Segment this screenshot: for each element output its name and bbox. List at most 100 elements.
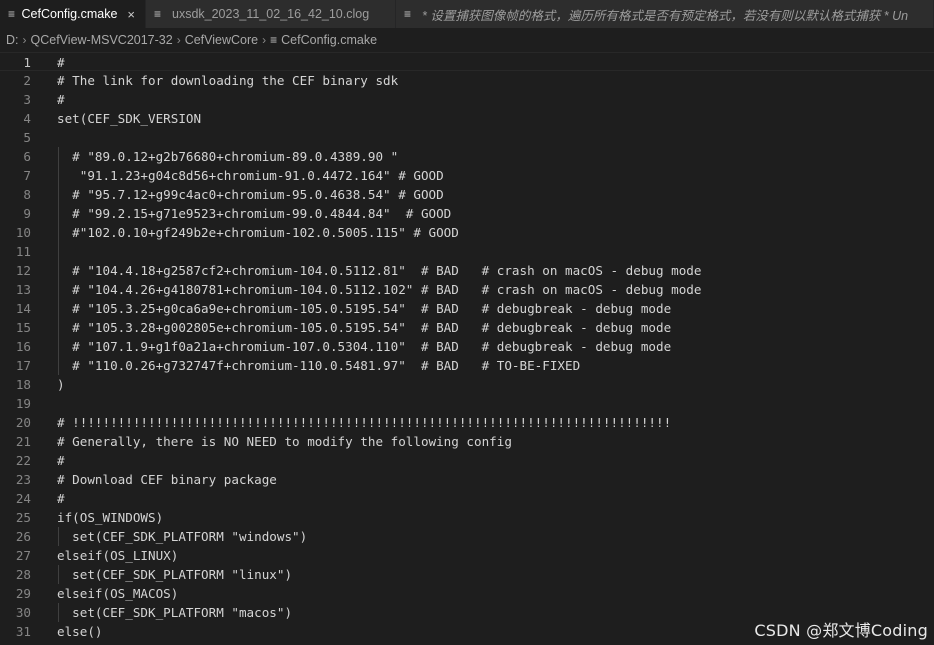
code-text: if(OS_WINDOWS) bbox=[57, 510, 164, 525]
breadcrumb-item[interactable]: CefConfig.cmake bbox=[281, 33, 377, 47]
code-text: "91.1.23+g04c8d56+chromium-91.0.4472.164… bbox=[57, 168, 444, 183]
code-line[interactable]: 23 # Download CEF binary package bbox=[0, 470, 934, 489]
line-number: 1 bbox=[23, 55, 31, 70]
breadcrumb-item[interactable]: QCefView-MSVC2017-32 bbox=[31, 33, 173, 47]
line-number: 4 bbox=[23, 111, 31, 126]
chevron-right-icon: › bbox=[176, 33, 181, 47]
tab-1[interactable]: ≡ CefConfig.cmake × bbox=[0, 0, 146, 28]
code-line[interactable]: 12 # "104.4.18+g2587cf2+chromium-104.0.5… bbox=[0, 261, 934, 280]
lines-file-icon: ≡ bbox=[404, 7, 412, 21]
line-number: 7 bbox=[23, 168, 31, 183]
code-line[interactable]: 11 bbox=[0, 242, 934, 261]
code-line[interactable]: 19 bbox=[0, 394, 934, 413]
code-editor[interactable]: 1 #2 # The link for downloading the CEF bi… bbox=[0, 52, 934, 645]
code-line[interactable]: 14 # "105.3.25+g0ca6a9e+chromium-105.0.5… bbox=[0, 299, 934, 318]
line-number: 21 bbox=[15, 434, 31, 449]
chevron-right-icon: › bbox=[262, 33, 267, 47]
tab-label: * 设置捕获图像帧的格式，遍历所有格式是否有预定格式，若没有则以默认格式捕获 *… bbox=[422, 8, 909, 23]
indent-guide bbox=[58, 147, 59, 375]
code-line[interactable]: 26 set(CEF_SDK_PLATFORM "windows") bbox=[0, 527, 934, 546]
line-number: 31 bbox=[15, 624, 31, 639]
code-line[interactable]: 17 # "110.0.26+g732747f+chromium-110.0.5… bbox=[0, 356, 934, 375]
line-number: 10 bbox=[15, 225, 31, 240]
code-text: # bbox=[57, 92, 65, 107]
code-text: set(CEF_SDK_VERSION bbox=[57, 111, 202, 126]
lines-file-icon: ≡ bbox=[270, 33, 278, 47]
line-number: 27 bbox=[15, 548, 31, 563]
code-line[interactable]: 22 # bbox=[0, 451, 934, 470]
code-text: set(CEF_SDK_PLATFORM "linux") bbox=[57, 567, 293, 582]
line-number: 16 bbox=[15, 339, 31, 354]
code-text: # bbox=[57, 453, 65, 468]
code-line[interactable]: 5 bbox=[0, 128, 934, 147]
code-line[interactable]: 2 # The link for downloading the CEF bina… bbox=[0, 71, 934, 90]
code-line[interactable]: 15 # "105.3.28+g002805e+chromium-105.0.5… bbox=[0, 318, 934, 337]
code-text: elseif(OS_MACOS) bbox=[57, 586, 179, 601]
breadcrumb-item[interactable]: D: bbox=[6, 33, 19, 47]
code-line[interactable]: 25 if(OS_WINDOWS) bbox=[0, 508, 934, 527]
indent-guide bbox=[58, 603, 59, 622]
tab-2[interactable]: ≡ uxsdk_2023_11_02_16_42_10.clog bbox=[146, 0, 396, 28]
line-number: 3 bbox=[23, 92, 31, 107]
code-line[interactable]: 9 # "99.2.15+g71e9523+chromium-99.0.4844… bbox=[0, 204, 934, 223]
tab-label: CefConfig.cmake bbox=[21, 7, 118, 21]
line-number: 9 bbox=[23, 206, 31, 221]
code-line[interactable]: 28 set(CEF_SDK_PLATFORM "linux") bbox=[0, 565, 934, 584]
code-line[interactable]: 20 # !!!!!!!!!!!!!!!!!!!!!!!!!!!!!!!!!!!!… bbox=[0, 413, 934, 432]
line-number: 5 bbox=[23, 130, 31, 145]
code-line[interactable]: 16 # "107.1.9+g1f0a21a+chromium-107.0.53… bbox=[0, 337, 934, 356]
code-text: # !!!!!!!!!!!!!!!!!!!!!!!!!!!!!!!!!!!!!!… bbox=[57, 415, 672, 430]
code-line[interactable]: 6 # "89.0.12+g2b76680+chromium-89.0.4389… bbox=[0, 147, 934, 166]
chevron-right-icon: › bbox=[22, 33, 27, 47]
code-line[interactable]: 21 # Generally, there is NO NEED to modif… bbox=[0, 432, 934, 451]
line-number: 11 bbox=[15, 244, 31, 259]
line-number: 29 bbox=[15, 586, 31, 601]
code-text: # The link for downloading the CEF binar… bbox=[57, 73, 399, 88]
code-line[interactable]: 7 "91.1.23+g04c8d56+chromium-91.0.4472.1… bbox=[0, 166, 934, 185]
line-number: 19 bbox=[15, 396, 31, 411]
code-text: # "104.4.18+g2587cf2+chromium-104.0.5112… bbox=[57, 263, 702, 278]
tab-label: uxsdk_2023_11_02_16_42_10.clog bbox=[172, 7, 370, 21]
code-text: #"102.0.10+gf249b2e+chromium-102.0.5005.… bbox=[57, 225, 459, 240]
code-text: # "105.3.25+g0ca6a9e+chromium-105.0.5195… bbox=[57, 301, 672, 316]
code-line[interactable]: 27 elseif(OS_LINUX) bbox=[0, 546, 934, 565]
code-text: # "110.0.26+g732747f+chromium-110.0.5481… bbox=[57, 358, 581, 373]
breadcrumb-item[interactable]: CefViewCore bbox=[185, 33, 258, 47]
line-number: 26 bbox=[15, 529, 31, 544]
code-text: # bbox=[57, 491, 65, 506]
lines-file-icon: ≡ bbox=[154, 7, 162, 21]
line-number: 28 bbox=[15, 567, 31, 582]
line-number: 20 bbox=[15, 415, 31, 430]
lines-file-icon: ≡ bbox=[8, 7, 16, 21]
code-line[interactable]: 10 #"102.0.10+gf249b2e+chromium-102.0.50… bbox=[0, 223, 934, 242]
watermark: CSDN @郑文博Coding bbox=[754, 621, 928, 640]
code-text: # "89.0.12+g2b76680+chromium-89.0.4389.9… bbox=[57, 149, 399, 164]
indent-guide bbox=[58, 527, 59, 546]
code-line[interactable]: 24 # bbox=[0, 489, 934, 508]
code-line[interactable]: 4 set(CEF_SDK_VERSION bbox=[0, 109, 934, 128]
code-text: # "95.7.12+g99c4ac0+chromium-95.0.4638.5… bbox=[57, 187, 444, 202]
line-number: 2 bbox=[23, 73, 31, 88]
code-line[interactable]: 1 # bbox=[0, 52, 934, 71]
code-line[interactable]: 3 # bbox=[0, 90, 934, 109]
code-text: else() bbox=[57, 624, 103, 639]
code-text: set(CEF_SDK_PLATFORM "macos") bbox=[57, 605, 293, 620]
line-number: 22 bbox=[15, 453, 31, 468]
code-line[interactable]: 29 elseif(OS_MACOS) bbox=[0, 584, 934, 603]
code-line[interactable]: 18) bbox=[0, 375, 934, 394]
code-text: # "104.4.26+g4180781+chromium-104.0.5112… bbox=[57, 282, 702, 297]
line-number: 8 bbox=[23, 187, 31, 202]
line-number: 30 bbox=[15, 605, 31, 620]
code-text: # bbox=[57, 55, 65, 70]
close-icon[interactable]: × bbox=[127, 7, 135, 22]
line-number: 14 bbox=[15, 301, 31, 316]
line-number: 25 bbox=[15, 510, 31, 525]
code-text: # "99.2.15+g71e9523+chromium-99.0.4844.8… bbox=[57, 206, 452, 221]
code-text: ) bbox=[57, 377, 65, 392]
code-line[interactable]: 8 # "95.7.12+g99c4ac0+chromium-95.0.4638… bbox=[0, 185, 934, 204]
tab-bar: ≡ CefConfig.cmake × ≡ uxsdk_2023_11_02_16_42… bbox=[0, 0, 934, 28]
line-number: 23 bbox=[15, 472, 31, 487]
tab-3[interactable]: ≡ * 设置捕获图像帧的格式，遍历所有格式是否有预定格式，若没有则以默认格式捕获 … bbox=[396, 0, 934, 28]
code-line[interactable]: 13 # "104.4.26+g4180781+chromium-104.0.5… bbox=[0, 280, 934, 299]
line-number: 18 bbox=[15, 377, 31, 392]
